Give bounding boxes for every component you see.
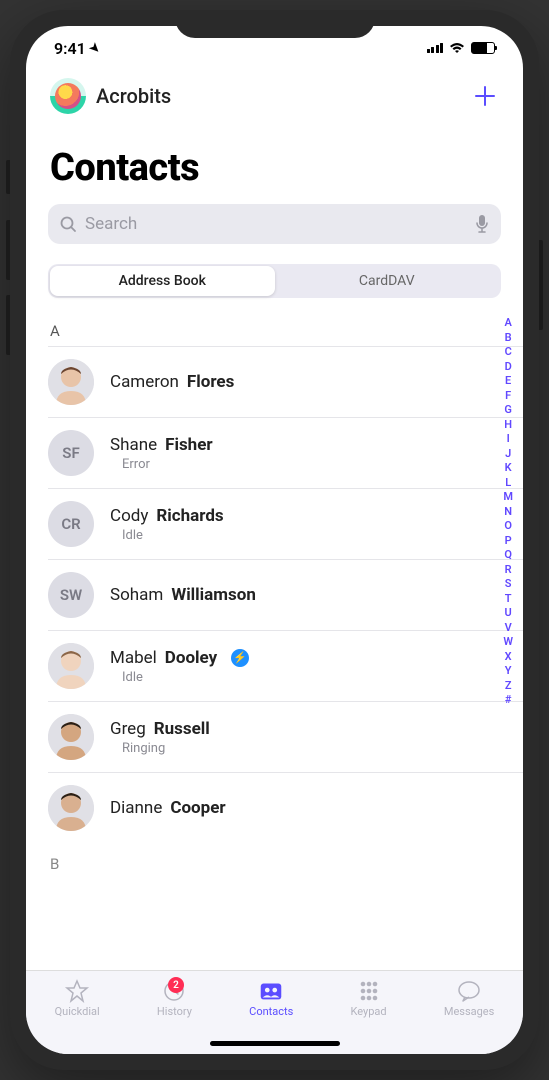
tab-messages[interactable]: Messages xyxy=(444,979,494,1018)
contact-row[interactable]: Mabel Dooley ⚡ Idle xyxy=(48,630,523,701)
alpha-index-letter[interactable]: P xyxy=(503,534,513,549)
alpha-index-letter[interactable]: N xyxy=(503,505,513,520)
avatar-initials: SF xyxy=(48,430,94,476)
contact-status: Idle xyxy=(110,670,483,685)
avatar-photo xyxy=(48,785,94,831)
contact-row[interactable]: CR Cody Richards Idle xyxy=(48,488,523,559)
status-time: 9:41 xyxy=(54,39,86,58)
contact-status: Ringing xyxy=(110,741,483,756)
alpha-index-letter[interactable]: B xyxy=(503,331,513,346)
contact-last-name: Cooper xyxy=(170,798,225,818)
alpha-index-letter[interactable]: F xyxy=(503,389,513,404)
page-title: Contacts xyxy=(26,122,523,200)
section-header: B xyxy=(48,843,523,879)
alpha-index-letter[interactable]: C xyxy=(503,345,513,360)
contact-last-name: Williamson xyxy=(171,585,256,605)
quickdial-icon xyxy=(63,979,91,1003)
tab-label: Contacts xyxy=(249,1005,293,1018)
app-logo-icon xyxy=(50,78,86,114)
alpha-index-letter[interactable]: E xyxy=(503,374,513,389)
tab-label: Keypad xyxy=(351,1005,387,1018)
microphone-icon[interactable] xyxy=(475,214,489,234)
contacts-icon xyxy=(257,979,285,1003)
tab-carddav[interactable]: CardDAV xyxy=(275,266,500,296)
battery-icon xyxy=(471,42,495,54)
alpha-index-letter[interactable]: R xyxy=(503,563,513,578)
alpha-index-letter[interactable]: X xyxy=(503,650,513,665)
contact-first-name: Cody xyxy=(110,506,148,526)
tab-history[interactable]: History 2 xyxy=(157,979,192,1018)
alpha-index-letter[interactable]: W xyxy=(503,635,513,650)
alpha-index-letter[interactable]: # xyxy=(503,693,513,708)
contact-row[interactable]: Greg Russell Ringing xyxy=(48,701,523,772)
add-contact-button[interactable] xyxy=(471,82,499,110)
tab-keypad[interactable]: Keypad xyxy=(351,979,387,1018)
tab-contacts[interactable]: Contacts xyxy=(249,979,293,1018)
brand-name: Acrobits xyxy=(96,84,171,108)
source-segmented-control: Address Book CardDAV xyxy=(48,264,501,298)
alpha-index-letter[interactable]: J xyxy=(503,447,513,462)
contact-row[interactable]: Dianne Cooper xyxy=(48,772,523,843)
plus-icon xyxy=(474,85,496,107)
location-icon: ➤ xyxy=(86,39,103,56)
contact-last-name: Dooley xyxy=(165,648,217,668)
verified-badge-icon: ⚡ xyxy=(231,649,249,667)
avatar-photo xyxy=(48,643,94,689)
contact-row[interactable]: SF Shane Fisher Error xyxy=(48,417,523,488)
wifi-icon xyxy=(449,42,465,54)
alpha-index-letter[interactable]: I xyxy=(503,432,513,447)
alpha-index-letter[interactable]: Y xyxy=(503,664,513,679)
alpha-index[interactable]: ABCDEFGHIJKLMNOPQRSTUVWXYZ# xyxy=(503,316,513,708)
tab-label: Messages xyxy=(444,1005,494,1018)
alpha-index-letter[interactable]: Z xyxy=(503,679,513,694)
brand: Acrobits xyxy=(50,78,171,114)
contact-last-name: Fisher xyxy=(165,435,213,455)
home-indicator[interactable] xyxy=(210,1041,340,1046)
contact-last-name: Flores xyxy=(187,372,234,392)
alpha-index-letter[interactable]: U xyxy=(503,606,513,621)
alpha-index-letter[interactable]: H xyxy=(503,418,513,433)
keypad-icon xyxy=(355,979,383,1003)
contact-first-name: Dianne xyxy=(110,798,162,818)
tab-bar: Quickdial History 2 Contacts Keypad Messages xyxy=(26,970,523,1054)
contact-first-name: Soham xyxy=(110,585,163,605)
alpha-index-letter[interactable]: V xyxy=(503,621,513,636)
tab-label: History xyxy=(157,1005,192,1018)
contact-status: Error xyxy=(110,457,483,472)
contact-first-name: Cameron xyxy=(110,372,179,392)
alpha-index-letter[interactable]: T xyxy=(503,592,513,607)
contact-last-name: Russell xyxy=(154,719,210,739)
search-placeholder: Search xyxy=(85,214,467,234)
alpha-index-letter[interactable]: D xyxy=(503,360,513,375)
contact-first-name: Mabel xyxy=(110,648,157,668)
signal-icon xyxy=(427,43,444,53)
messages-icon xyxy=(455,979,483,1003)
tab-address-book[interactable]: Address Book xyxy=(50,266,275,296)
contact-row[interactable]: SW Soham Williamson xyxy=(48,559,523,630)
search-input[interactable]: Search xyxy=(48,204,501,244)
contact-row[interactable]: Cameron Flores xyxy=(48,346,523,417)
tab-quickdial[interactable]: Quickdial xyxy=(55,979,100,1018)
avatar-initials: CR xyxy=(48,501,94,547)
alpha-index-letter[interactable]: Q xyxy=(503,548,513,563)
alpha-index-letter[interactable]: A xyxy=(503,316,513,331)
contact-first-name: Shane xyxy=(110,435,157,455)
avatar-photo xyxy=(48,714,94,760)
alpha-index-letter[interactable]: M xyxy=(503,490,513,505)
alpha-index-letter[interactable]: O xyxy=(503,519,513,534)
section-header: A xyxy=(48,314,523,346)
badge-count: 2 xyxy=(168,977,184,993)
alpha-index-letter[interactable]: G xyxy=(503,403,513,418)
alpha-index-letter[interactable]: L xyxy=(503,476,513,491)
contact-status: Idle xyxy=(110,528,483,543)
contact-first-name: Greg xyxy=(110,719,146,739)
contact-last-name: Richards xyxy=(156,506,223,526)
alpha-index-letter[interactable]: K xyxy=(503,461,513,476)
search-icon xyxy=(60,216,77,233)
avatar-initials: SW xyxy=(48,572,94,618)
avatar-photo xyxy=(48,359,94,405)
tab-label: Quickdial xyxy=(55,1005,100,1018)
alpha-index-letter[interactable]: S xyxy=(503,577,513,592)
